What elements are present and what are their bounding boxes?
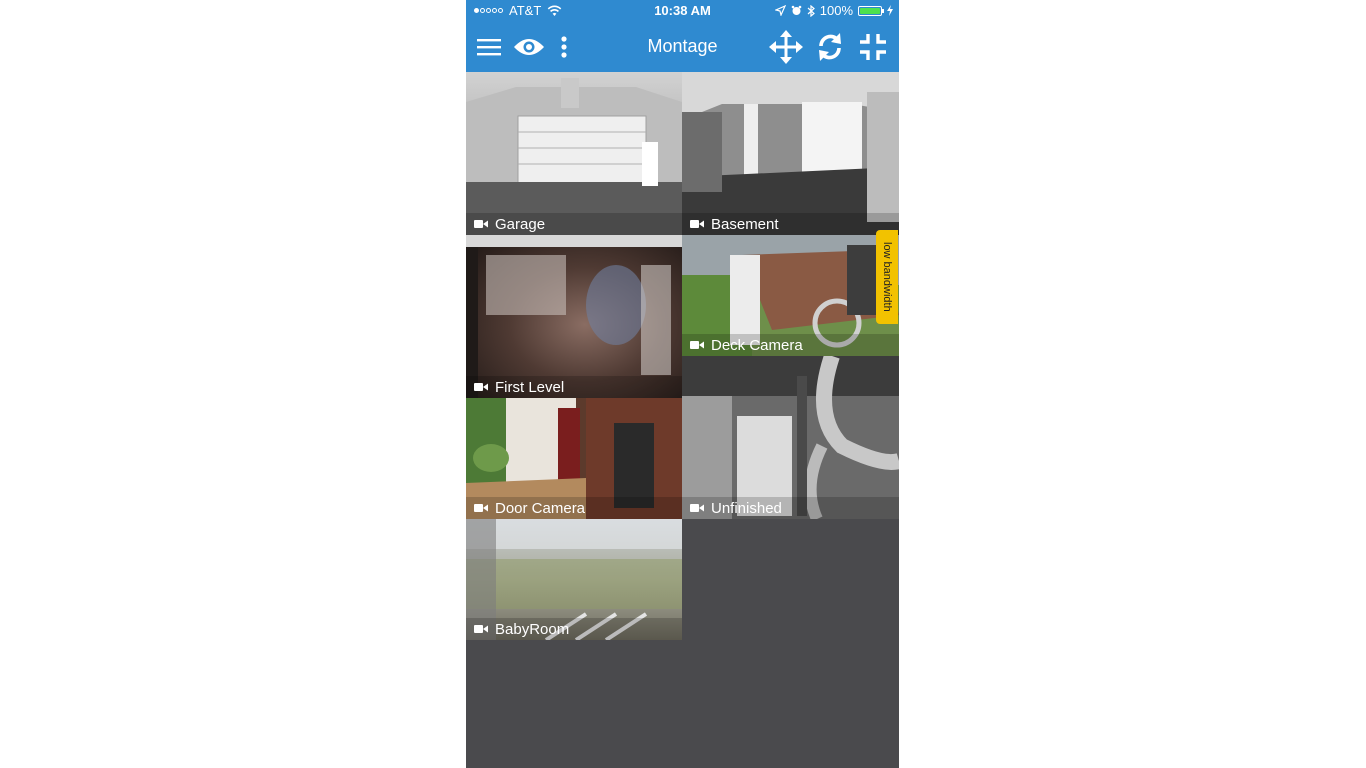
video-camera-icon (474, 220, 488, 228)
charging-bolt-icon (887, 5, 893, 16)
camera-label: BabyRoom (466, 618, 682, 640)
camera-tile-unfinished[interactable]: Unfinished (682, 356, 899, 519)
camera-feed-image (466, 235, 682, 398)
camera-name: Door Camera (495, 499, 586, 517)
compress-icon (860, 34, 886, 60)
low-bandwidth-badge: low bandwidth (876, 230, 898, 324)
compress-button[interactable] (856, 32, 890, 62)
camera-label: Basement (682, 213, 899, 235)
phone-screen: AT&T 10:38 AM 100% Montage Garage Baseme… (466, 0, 899, 768)
camera-feed-image (682, 72, 899, 235)
move-button[interactable] (768, 30, 804, 64)
video-camera-icon (690, 504, 704, 512)
camera-tile-basement[interactable]: Basement (682, 72, 899, 235)
refresh-button[interactable] (814, 32, 846, 62)
camera-feed-image (466, 78, 682, 235)
camera-name: BabyRoom (495, 620, 570, 638)
camera-label: Garage (466, 213, 682, 235)
low-bandwidth-label: low bandwidth (881, 242, 893, 312)
alarm-icon (791, 5, 802, 15)
camera-tile-deck-camera[interactable]: Deck Camera (682, 235, 899, 356)
camera-label: Door Camera (466, 497, 682, 519)
camera-label: First Level (466, 376, 682, 398)
refresh-icon (819, 33, 841, 61)
bluetooth-icon (807, 4, 815, 17)
video-camera-icon (474, 504, 488, 512)
camera-name: Deck Camera (711, 336, 803, 354)
camera-name: Garage (495, 215, 546, 233)
camera-tile-first-level[interactable]: First Level (466, 235, 682, 398)
video-camera-icon (690, 341, 704, 349)
nav-bar: Montage (466, 22, 899, 72)
camera-name: Basement (711, 215, 779, 233)
status-bar: AT&T 10:38 AM 100% (466, 0, 899, 22)
camera-tile-garage[interactable]: Garage (466, 72, 682, 235)
camera-name: First Level (495, 378, 565, 396)
battery-percent: 100% (819, 3, 853, 18)
camera-name: Unfinished (711, 499, 782, 517)
location-arrow-icon (774, 5, 786, 16)
status-right: 100% (774, 3, 893, 18)
camera-feed-image (682, 356, 899, 519)
video-camera-icon (474, 625, 488, 633)
camera-label: Unfinished (682, 497, 899, 519)
move-icon (769, 30, 803, 64)
camera-tile-door-camera[interactable]: Door Camera (466, 398, 682, 519)
battery-icon (858, 5, 884, 16)
video-camera-icon (690, 220, 704, 228)
video-camera-icon (474, 383, 488, 391)
camera-tile-babyroom[interactable]: BabyRoom (466, 519, 682, 640)
camera-label: Deck Camera (682, 334, 899, 356)
